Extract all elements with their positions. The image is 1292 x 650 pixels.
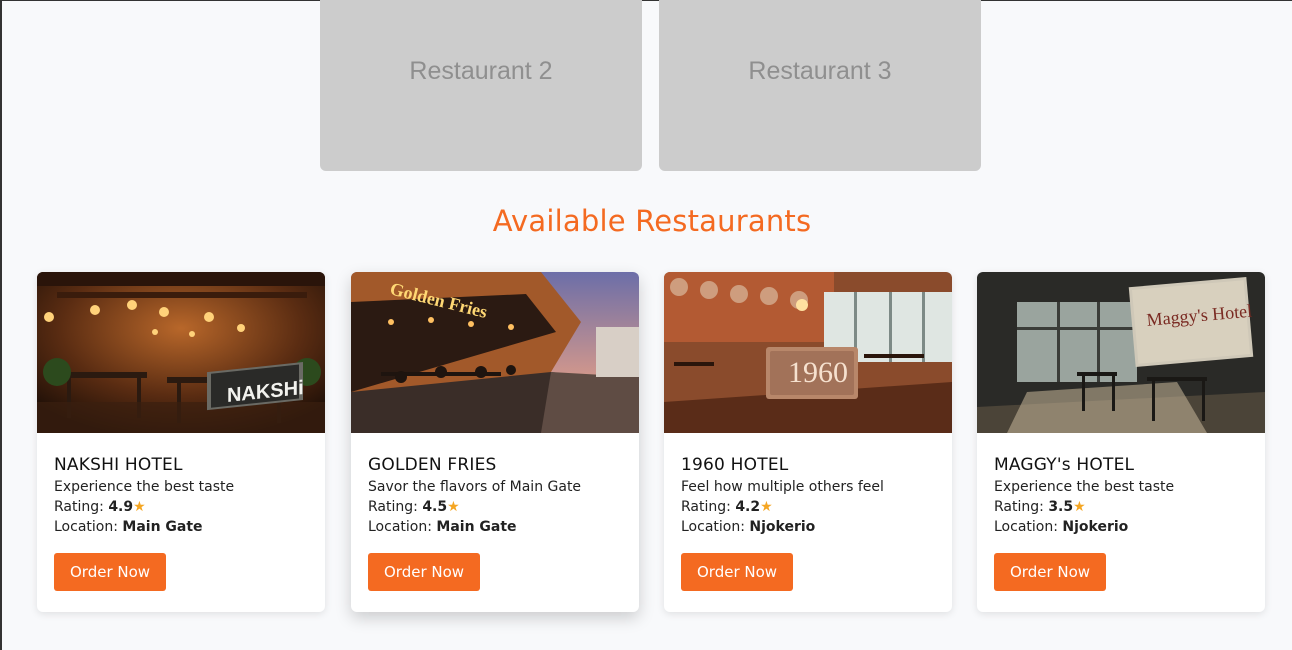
page: Restaurant 2 Restaurant 3 Available Rest… [0, 0, 1292, 650]
restaurant-tagline: Experience the best taste [994, 479, 1175, 495]
restaurant-rating: Rating: 3.5★ [994, 499, 1086, 515]
order-now-button[interactable]: Order Now [368, 553, 481, 591]
star-icon: ★ [133, 499, 146, 515]
slide-label: Restaurant 3 [748, 56, 892, 85]
restaurant-photo: NAKSHi [37, 272, 325, 433]
restaurant-location: Location: Main Gate [54, 519, 203, 535]
restaurant-name: GOLDEN FRIES [368, 455, 497, 475]
star-icon: ★ [760, 499, 773, 515]
slide-label: Restaurant 2 [409, 56, 553, 85]
restaurant-card-golden-fries: Golden Fries GOLDEN FRIES Savor the flav… [351, 272, 639, 612]
restaurant-carousel[interactable]: Restaurant 2 Restaurant 3 [2, 0, 1292, 171]
restaurant-tagline: Experience the best taste [54, 479, 235, 495]
restaurant-rating: Rating: 4.9★ [54, 499, 146, 515]
restaurant-name: 1960 HOTEL [681, 455, 789, 475]
restaurant-tagline: Feel how multiple others feel [681, 479, 884, 495]
star-icon: ★ [1073, 499, 1086, 515]
carousel-slide-restaurant-3[interactable]: Restaurant 3 [659, 0, 981, 171]
restaurant-sign: 1960 [788, 356, 848, 389]
star-icon: ★ [447, 499, 460, 515]
restaurant-location: Location: Njokerio [994, 519, 1129, 535]
section-title: Available Restaurants [492, 204, 812, 238]
restaurant-rating: Rating: 4.5★ [368, 499, 460, 515]
order-now-button[interactable]: Order Now [681, 553, 794, 591]
restaurant-photo: 1960 [664, 272, 952, 433]
restaurant-card-nakshi: NAKSHi NAKSHI HOTEL Experience the best … [37, 272, 325, 612]
restaurant-photo: Golden Fries [351, 272, 639, 433]
restaurant-photo: Maggy's Hotel [977, 272, 1265, 433]
carousel-slide-restaurant-2[interactable]: Restaurant 2 [320, 0, 642, 171]
restaurant-location: Location: Njokerio [681, 519, 816, 535]
restaurant-name: MAGGY's HOTEL [994, 455, 1135, 475]
order-now-button[interactable]: Order Now [994, 553, 1107, 591]
restaurant-card-1960: 1960 1960 HOTEL Feel how multiple others… [664, 272, 952, 612]
order-now-button[interactable]: Order Now [54, 553, 167, 591]
restaurant-tagline: Savor the flavors of Main Gate [368, 479, 582, 495]
restaurant-rating: Rating: 4.2★ [681, 499, 773, 515]
restaurant-name: NAKSHI HOTEL [54, 455, 183, 475]
restaurant-location: Location: Main Gate [368, 519, 517, 535]
restaurant-card-maggys: Maggy's Hotel MAGGY's HOTEL Experience t… [977, 272, 1265, 612]
